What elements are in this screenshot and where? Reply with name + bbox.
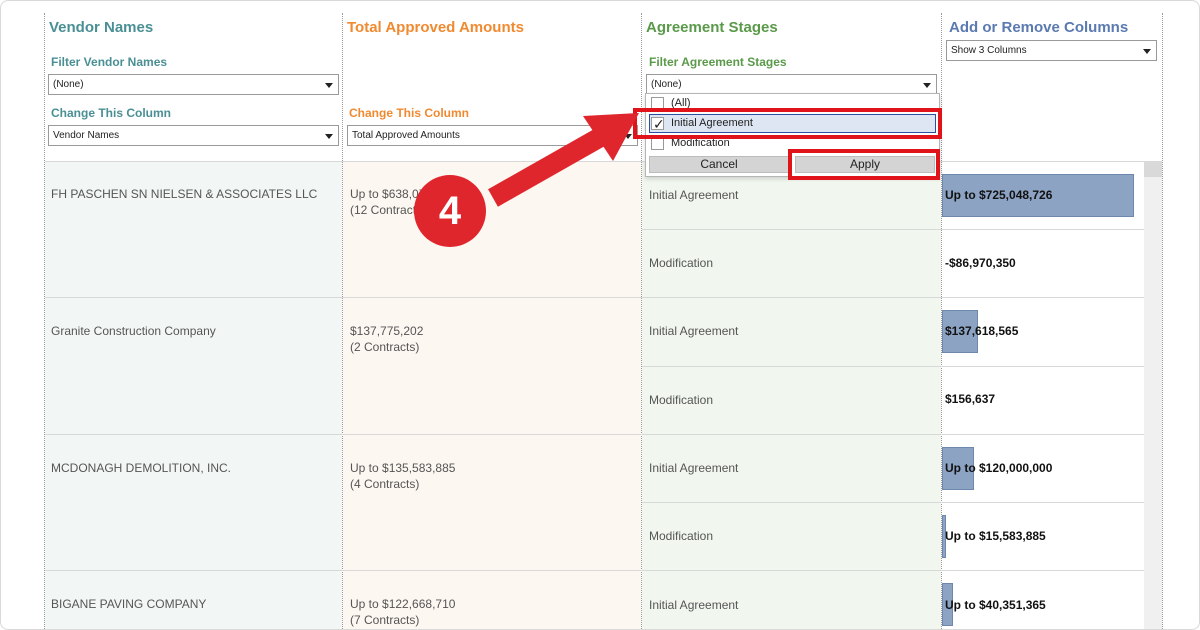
change-vendor-column-value: Vendor Names xyxy=(53,130,120,141)
row-divider xyxy=(642,229,1144,230)
filter-vendor-label: Filter Vendor Names xyxy=(51,55,168,69)
row-divider xyxy=(642,502,1144,503)
vendor-name: MCDONAGH DEMOLITION, INC. xyxy=(51,461,232,475)
amount-column-title: Total Approved Amounts xyxy=(347,19,524,36)
filter-stage-label: Filter Agreement Stages xyxy=(649,55,787,69)
chevron-down-icon xyxy=(923,83,931,88)
filter-vendor-select[interactable]: (None) xyxy=(48,74,339,95)
vendor-name: BIGANE PAVING COMPANY xyxy=(51,597,207,611)
amount-line1: Up to $135,583,885 xyxy=(350,461,456,475)
table-scrollbar[interactable] xyxy=(1144,161,1162,629)
row-divider xyxy=(45,570,1144,571)
stage-name: Initial Agreement xyxy=(649,461,739,475)
row-divider xyxy=(45,434,1144,435)
stage-name: Initial Agreement xyxy=(649,324,739,338)
stage-value: -$86,970,350 xyxy=(945,256,1016,270)
amount-line2: (4 Contracts) xyxy=(350,477,420,491)
stage-column-title: Agreement Stages xyxy=(646,19,778,36)
stage-value: $137,618,565 xyxy=(945,324,1019,338)
change-vendor-column-select[interactable]: Vendor Names xyxy=(48,125,339,146)
change-vendor-column-label: Change This Column xyxy=(51,106,171,120)
table-scrollbar-thumb[interactable] xyxy=(1144,161,1162,177)
change-amount-column-value: Total Approved Amounts xyxy=(352,130,460,141)
step-badge: 4 xyxy=(414,175,486,247)
amount-line1: $137,775,202 xyxy=(350,324,424,338)
stage-value: Up to $120,000,000 xyxy=(945,461,1053,475)
vendor-column-bg xyxy=(45,161,342,629)
filter-vendor-value: (None) xyxy=(53,79,84,90)
show-columns-value: Show 3 Columns xyxy=(951,45,1027,56)
stage-name: Initial Agreement xyxy=(649,188,739,202)
amount-line1: Up to $122,668,710 xyxy=(350,597,456,611)
stage-value: Up to $15,583,885 xyxy=(945,529,1046,543)
column-divider xyxy=(641,13,642,629)
stage-name: Modification xyxy=(649,529,714,543)
column-divider xyxy=(342,13,343,629)
chevron-down-icon xyxy=(325,134,333,139)
filter-stage-select[interactable]: (None) xyxy=(646,74,937,95)
cancel-button[interactable]: Cancel xyxy=(649,156,789,173)
column-divider xyxy=(44,13,45,629)
stage-name: Modification xyxy=(649,256,714,270)
row-divider xyxy=(642,366,1144,367)
column-divider xyxy=(1162,13,1163,629)
stage-name: Initial Agreement xyxy=(649,598,739,612)
stage-name: Modification xyxy=(649,393,714,407)
highlight-initial-agreement xyxy=(633,108,942,139)
amount-line1: Up to $638,07 xyxy=(350,187,426,201)
vendor-name: Granite Construction Company xyxy=(51,324,216,338)
addremove-column-title: Add or Remove Columns xyxy=(949,19,1129,36)
amount-line2: (7 Contracts) xyxy=(350,613,420,627)
dashboard-frame: Vendor Names Total Approved Amounts Agre… xyxy=(0,0,1200,630)
amount-line2: (2 Contracts) xyxy=(350,340,420,354)
chevron-down-icon xyxy=(1143,49,1151,54)
annotation-arrow-icon xyxy=(488,113,639,207)
row-divider xyxy=(45,297,1144,298)
stage-value: Up to $40,351,365 xyxy=(945,598,1046,612)
change-amount-column-label: Change This Column xyxy=(349,106,469,120)
vendor-column-title: Vendor Names xyxy=(49,19,154,36)
highlight-apply-button xyxy=(788,149,940,180)
stage-value: Up to $725,048,726 xyxy=(945,188,1053,202)
filter-stage-value: (None) xyxy=(651,79,682,90)
vendor-name: FH PASCHEN SN NIELSEN & ASSOCIATES LLC xyxy=(51,187,318,201)
show-columns-select[interactable]: Show 3 Columns xyxy=(946,40,1157,61)
amount-column-bg xyxy=(343,161,641,629)
chevron-down-icon xyxy=(325,83,333,88)
stage-value: $156,637 xyxy=(945,392,996,406)
